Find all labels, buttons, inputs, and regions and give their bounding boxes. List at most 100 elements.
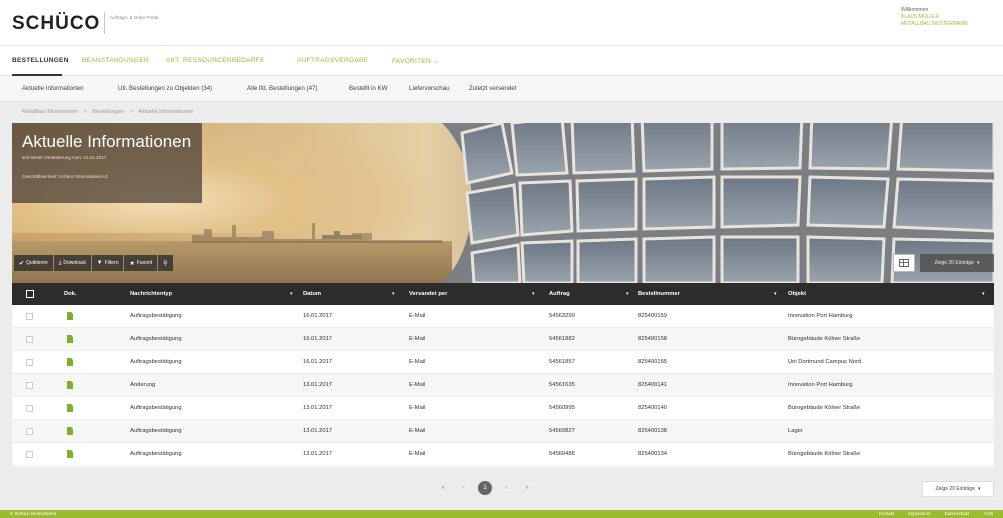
cell-nachrichtentyp: Auftragsbestätigung [130, 428, 182, 434]
cell-bestellnummer: 825400155 [638, 359, 668, 365]
breadcrumb: Metallbau Mustermann > Bestellungen > Ak… [22, 109, 197, 115]
cell-objekt: Bürogebäude Kölner Straße [788, 405, 861, 411]
sort-icon[interactable]: ▾ [626, 291, 629, 297]
sort-icon[interactable]: ▾ [290, 291, 293, 297]
table-header: Dok. Nachrichtentyp ▾ Datum ▾ Versandet … [12, 283, 994, 305]
cell-nachrichtentyp: Auftragsbestätigung [130, 359, 182, 365]
entries-label: Zeige 20 Einträge [935, 486, 975, 492]
column-header-bestellnummer[interactable]: Bestellnummer [638, 291, 680, 297]
row-checkbox[interactable] [26, 336, 33, 343]
nav-ressourcenbedarfe[interactable]: AKT. RESSOURCENBEDARFE [166, 57, 265, 64]
copyright: © Schüco Deutschland [10, 511, 56, 516]
quittieren-button[interactable]: ✔ Quittieren [14, 255, 53, 271]
next-page-button[interactable]: › [499, 481, 513, 495]
row-checkbox[interactable] [26, 382, 33, 389]
column-header-versandet-per[interactable]: Versandet per [409, 291, 447, 297]
cell-bestellnummer: 825400138 [638, 428, 668, 434]
filter-icon: ▼ [96, 260, 103, 266]
cell-nachrichtentyp: Auftragsbestätigung [130, 313, 182, 319]
row-checkbox[interactable] [26, 359, 33, 366]
favorite-label: Favorit [136, 260, 153, 266]
document-icon[interactable] [67, 358, 73, 366]
cell-datum: 13.01.2017 [303, 451, 333, 457]
entries-per-page-select-top[interactable]: Zeige 20 Einträge ▾ [920, 254, 994, 272]
user-welcome[interactable]: Willkommen KLAUS MÜLLER METALLBAU MUSTER… [901, 7, 991, 28]
prev-page-button[interactable]: ‹ [457, 481, 471, 495]
column-header-dok[interactable]: Dok. [64, 291, 77, 297]
chevron-down-icon: ▾ [976, 260, 980, 266]
cell-bestellnummer: 825400134 [638, 451, 668, 457]
column-settings-button[interactable] [893, 254, 915, 272]
row-checkbox[interactable] [26, 428, 33, 435]
sort-icon[interactable]: ▾ [774, 291, 777, 297]
document-icon[interactable] [67, 381, 73, 389]
cell-versandet-per: E-Mail [409, 359, 426, 365]
cell-bestellnummer: 825400141 [638, 382, 668, 388]
table-row[interactable]: Auftragsbestätigung 16.01.2017 E-Mail 54561… [12, 328, 994, 351]
breadcrumb-bestellungen[interactable]: Bestellungen [92, 109, 124, 115]
last-page-button[interactable]: » [520, 481, 534, 495]
row-checkbox[interactable] [26, 405, 33, 412]
footer-link-agb[interactable]: AGB [983, 511, 993, 516]
sort-icon[interactable]: ▾ [392, 291, 395, 297]
column-header-nachrichtentyp[interactable]: Nachrichtentyp [130, 291, 172, 297]
subnav-aktuelle-informationen[interactable]: Aktuelle Informationen [22, 85, 84, 92]
table-row[interactable]: Auftragsbestätigung 13.01.2017 E-Mail 54560… [12, 443, 994, 466]
cell-objekt: Uni Dortmund Campus Nord [788, 359, 862, 365]
cell-versandet-per: E-Mail [409, 336, 426, 342]
footer-link-kontakt[interactable]: Kontakt [879, 511, 894, 516]
nav-beanstandungen[interactable]: BEANSTANDUNGEN [82, 57, 149, 64]
business-unit-label: Geschäftseinheit: Schüco International A… [22, 174, 109, 179]
table-row[interactable]: Auftragsbestätigung 16.01.2017 E-Mail 54561… [12, 351, 994, 374]
cell-bestellnummer: 825400140 [638, 405, 668, 411]
download-label: Download [63, 260, 86, 266]
sort-icon[interactable]: ▾ [532, 291, 535, 297]
cell-versandet-per: E-Mail [409, 313, 426, 319]
table-row[interactable]: Auftragsbestätigung 13.01.2017 E-Mail 54560… [12, 420, 994, 443]
document-icon[interactable] [67, 450, 73, 458]
subnav-zuletzt-versendet[interactable]: Zuletzt versendet [469, 85, 516, 92]
cell-datum: 16.01.2017 [303, 359, 333, 365]
subnav-bestellungen-objekte[interactable]: Utl. Bestellungen zu Objekten (34) [118, 85, 212, 92]
document-icon[interactable] [67, 335, 73, 343]
favorite-button[interactable]: ★ Favorit [124, 255, 158, 271]
row-checkbox[interactable] [26, 313, 33, 320]
document-icon[interactable] [67, 427, 73, 435]
cell-nachrichtentyp: Auftragsbestätigung [130, 336, 182, 342]
column-header-datum[interactable]: Datum [303, 291, 321, 297]
main-navigation: BESTELLUNGEN BEANSTANDUNGEN AKT. RESSOUR… [0, 46, 1003, 76]
breadcrumb-separator: > [129, 109, 133, 115]
current-page-button[interactable]: 1 [478, 481, 492, 495]
search-button[interactable]: ⚲ [158, 255, 173, 271]
first-page-button[interactable]: « [436, 481, 450, 495]
entries-per-page-select-bottom[interactable]: Zeige 20 Einträge ▾ [922, 481, 994, 497]
table-row[interactable]: Auftragsbestätigung 16.01.2017 E-Mail 54563… [12, 305, 994, 328]
nav-auftragsvergabe[interactable]: AUFTRAGSVERGABE [297, 57, 368, 64]
nav-favoriten[interactable]: FAVORITEN ⌄ [392, 57, 439, 65]
subnav-liefervorschau[interactable]: Liefervorschau [409, 85, 450, 92]
cell-auftrag: 54561635 [549, 382, 575, 388]
footer-link-datenschutz[interactable]: Datenschutz [944, 511, 969, 516]
document-icon[interactable] [67, 312, 73, 320]
cell-versandet-per: E-Mail [409, 382, 426, 388]
nav-bestellungen[interactable]: BESTELLUNGEN [12, 57, 69, 64]
document-icon[interactable] [67, 404, 73, 412]
breadcrumb-company[interactable]: Metallbau Mustermann [22, 109, 78, 115]
subnav-bestellt-kw[interactable]: Bestellt in KW [349, 85, 388, 92]
download-button[interactable]: ⤓ Download [53, 255, 91, 271]
select-all-checkbox[interactable] [26, 290, 34, 298]
table-row[interactable]: Auftragsbestätigung 13.01.2017 E-Mail 54560… [12, 397, 994, 420]
filter-label: Filtern [104, 260, 119, 266]
row-checkbox[interactable] [26, 451, 33, 458]
column-header-objekt[interactable]: Objekt [788, 291, 806, 297]
subnav-alle-bestellungen[interactable]: Alle lfd. Bestellungen (47) [247, 85, 318, 92]
user-name: KLAUS MÜLLER [901, 14, 940, 20]
table-row[interactable]: Anderung 13.01.2017 E-Mail 54561635 82540014… [12, 374, 994, 397]
footer: © Schüco Deutschland Kontakt Impressum D… [0, 510, 1003, 518]
footer-link-impressum[interactable]: Impressum [908, 511, 930, 516]
breadcrumb-current: Aktuelle Informationen [138, 109, 193, 115]
sort-icon[interactable]: ▾ [982, 291, 985, 297]
filter-button[interactable]: ▼ Filtern [91, 255, 124, 271]
schueco-logo[interactable]: SCHÜCO [12, 13, 100, 35]
column-header-auftrag[interactable]: Auftrag [549, 291, 570, 297]
